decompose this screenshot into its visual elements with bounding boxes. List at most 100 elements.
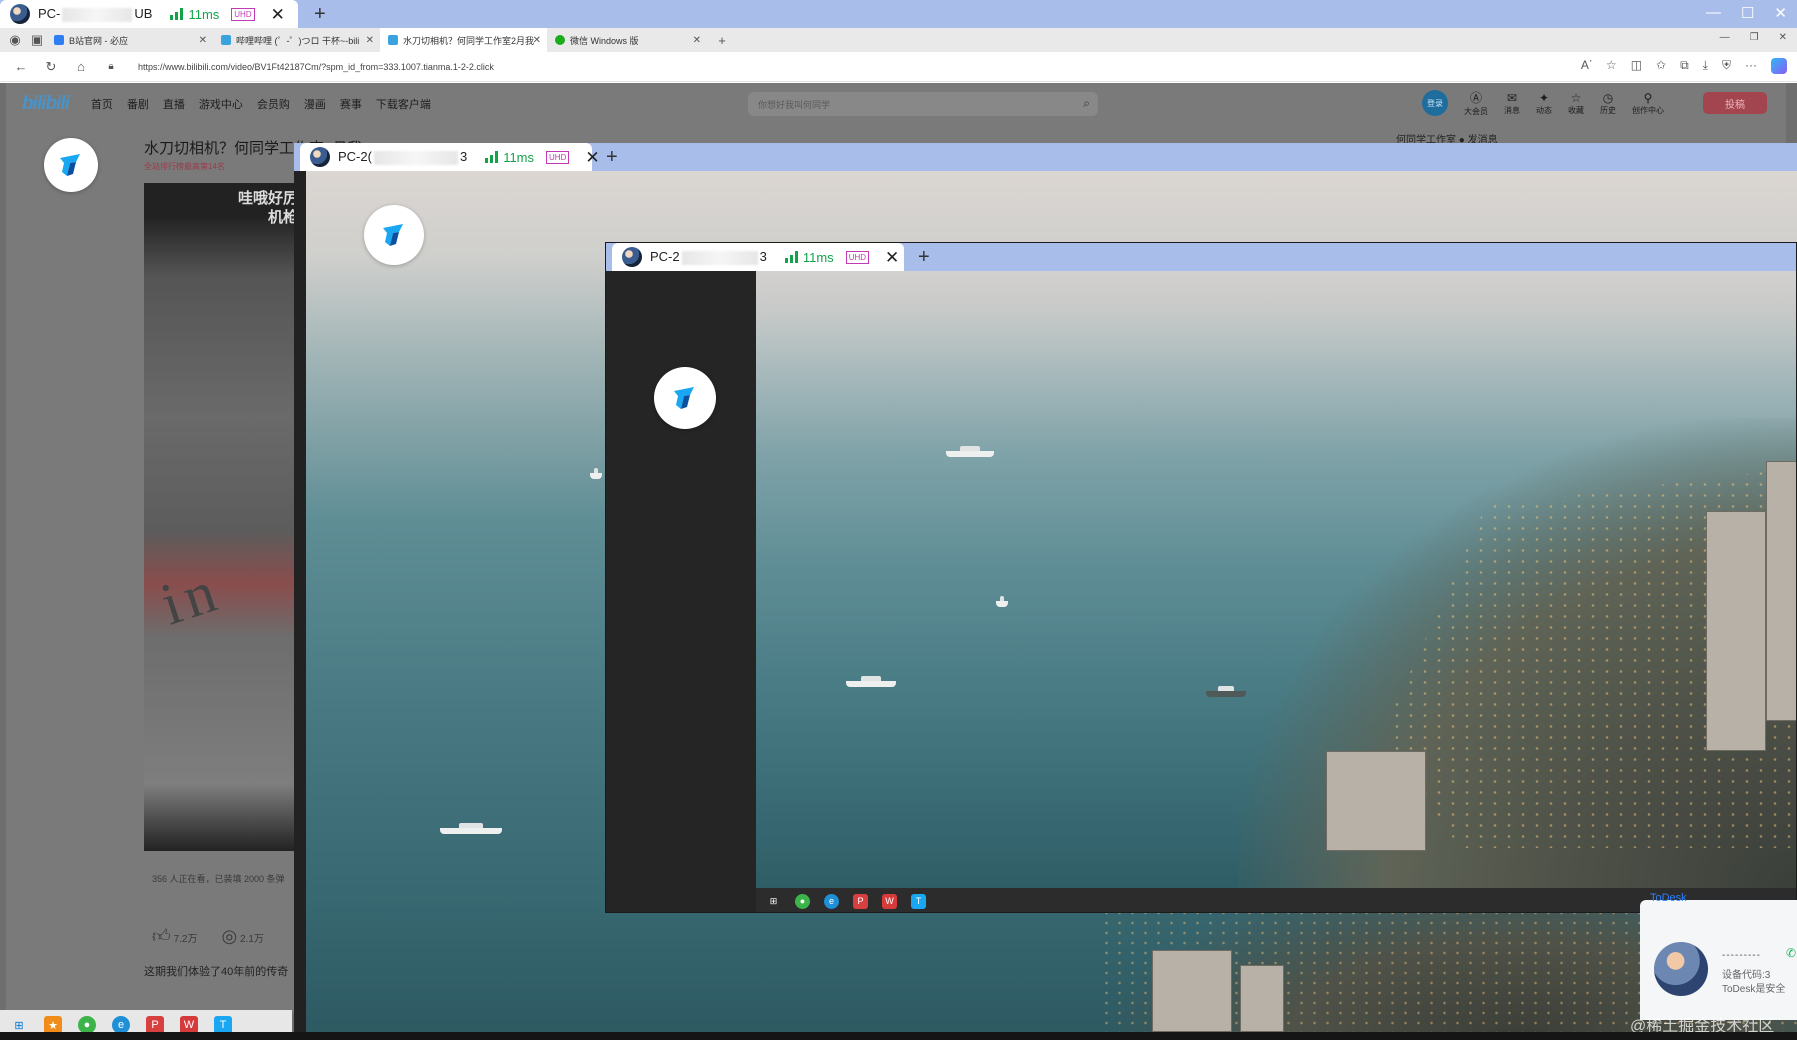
tab-title: 微信 Windows 版 bbox=[570, 35, 639, 46]
video-player[interactable]: 哇哦好厉 机枪 in bbox=[144, 183, 298, 851]
favorites-icon[interactable]: ✩ bbox=[1656, 58, 1666, 74]
dynamics-icon: ✦ bbox=[1538, 90, 1550, 105]
coin-count: 2.1万 bbox=[240, 933, 264, 945]
rank-badge[interactable]: 全站排行榜最高第14名 bbox=[144, 161, 225, 172]
close-window-button[interactable]: ✕ bbox=[1774, 4, 1787, 22]
todesk-logo bbox=[364, 205, 424, 265]
close-icon[interactable]: ✕ bbox=[693, 35, 701, 46]
creator-label: 创作中心 bbox=[1632, 105, 1664, 115]
boat bbox=[996, 596, 1008, 607]
new-session-button[interactable]: + bbox=[918, 247, 930, 267]
close-tab-button[interactable]: ✕ bbox=[271, 6, 285, 23]
bilibili-icon bbox=[221, 35, 231, 45]
messages-label: 消息 bbox=[1504, 105, 1520, 115]
browser-tab[interactable]: 哔哩哔哩 (゜-゜)つロ 干杯~-bili ✕ bbox=[213, 28, 380, 52]
uhd-badge[interactable]: UHD bbox=[231, 7, 255, 21]
tab-actions-icon[interactable]: ▣ bbox=[28, 32, 46, 48]
building bbox=[1326, 751, 1426, 851]
vip-link[interactable]: Ⓐ 大会员 bbox=[1464, 89, 1488, 117]
new-tab-button[interactable]: + bbox=[713, 33, 731, 48]
search-input[interactable]: 你想好我叫何同学 ⌕ bbox=[748, 92, 1098, 116]
coin-button[interactable]: ◎ 2.1万 bbox=[222, 926, 264, 947]
nav-games[interactable]: 游戏中心 bbox=[199, 96, 243, 112]
close-icon[interactable]: ✕ bbox=[366, 35, 374, 46]
nav-manga[interactable]: 漫画 bbox=[304, 96, 326, 112]
like-button[interactable]: 👍︎ 7.2万 bbox=[152, 925, 198, 947]
contact-avatar bbox=[1654, 942, 1708, 996]
p-app-icon[interactable]: P bbox=[853, 893, 868, 909]
nav-live[interactable]: 直播 bbox=[163, 96, 185, 112]
history-link[interactable]: ◷ 历史 bbox=[1600, 91, 1616, 116]
favorite-star-icon[interactable]: ☆ bbox=[1606, 58, 1617, 74]
bilibili-logo[interactable]: bilibili bbox=[22, 93, 70, 115]
upload-button[interactable]: 投稿 bbox=[1703, 92, 1767, 114]
nav-download-client[interactable]: 下载客户端 bbox=[376, 96, 431, 112]
edge-icon[interactable]: e bbox=[824, 893, 839, 909]
nested-session-tab[interactable]: PC-2 3 11ms UHD ✕ bbox=[612, 243, 904, 271]
nav-home[interactable]: 首页 bbox=[91, 96, 113, 112]
like-count: 7.2万 bbox=[173, 934, 198, 945]
close-tab-button[interactable]: ✕ bbox=[585, 149, 599, 166]
browser-tab[interactable]: 微信 Windows 版 ✕ bbox=[547, 28, 707, 52]
favorites-label: 收藏 bbox=[1568, 105, 1584, 115]
back-icon[interactable]: ← bbox=[12, 59, 30, 74]
close-icon[interactable]: ✕ bbox=[1779, 32, 1787, 43]
profile-icon[interactable]: ◉ bbox=[6, 32, 24, 48]
creator-center-link[interactable]: ⚲ 创作中心 bbox=[1632, 91, 1664, 116]
bilibili-nav: 首页 番剧 直播 游戏中心 会员购 漫画 赛事 下载客户端 bbox=[91, 96, 431, 112]
downloads-icon[interactable]: ⤓ bbox=[1703, 58, 1708, 74]
latency-label: 11ms bbox=[503, 149, 535, 165]
favorites-link[interactable]: ☆ 收藏 bbox=[1568, 91, 1584, 116]
close-tab-button[interactable]: ✕ bbox=[885, 249, 899, 266]
close-icon[interactable]: ✕ bbox=[199, 35, 207, 46]
thumbs-up-icon: 👍︎ bbox=[152, 926, 171, 946]
home-icon[interactable]: ⌂ bbox=[72, 59, 90, 74]
address-bar[interactable]: https://www.bilibili.com/video/BV1Ft4218… bbox=[138, 62, 494, 72]
close-icon[interactable]: ✕ bbox=[533, 35, 541, 46]
new-session-button[interactable]: + bbox=[606, 147, 618, 167]
todesk-logo-icon bbox=[383, 224, 403, 246]
nav-shop[interactable]: 会员购 bbox=[257, 96, 290, 112]
subtitle-line: 哇哦好厉 bbox=[237, 190, 298, 207]
phone-icon[interactable]: ✆ bbox=[1786, 946, 1796, 960]
nav-anime[interactable]: 番剧 bbox=[127, 96, 149, 112]
todesk-titlebar: PC- UB 11ms UHD ✕ + — ☐ ✕ bbox=[0, 0, 1797, 28]
login-button[interactable]: 登录 bbox=[1422, 90, 1448, 116]
browser-tab-active[interactable]: 水刀切相机？何同学工作室2月我 ✕ bbox=[380, 28, 547, 52]
wechat-app-icon[interactable]: ● bbox=[795, 893, 810, 909]
minimize-button[interactable]: — bbox=[1706, 4, 1721, 22]
more-icon[interactable]: ··· bbox=[1745, 58, 1757, 74]
todesk-session-tab[interactable]: PC- UB 11ms UHD ✕ bbox=[0, 0, 298, 28]
building bbox=[1240, 965, 1284, 1032]
maximize-button[interactable]: ☐ bbox=[1741, 4, 1754, 22]
browser-tab[interactable]: B站官网 - 必应 ✕ bbox=[46, 28, 213, 52]
search-placeholder: 你想好我叫何同学 bbox=[758, 99, 831, 110]
restore-icon[interactable]: ❐ bbox=[1750, 32, 1759, 43]
tab-title: B站官网 - 必应 bbox=[69, 35, 129, 46]
collections-icon[interactable]: ⧉ bbox=[1680, 58, 1689, 74]
viewer-stats: 356 人正在看，已装填 2000 条弹 bbox=[152, 874, 285, 884]
split-screen-icon[interactable]: ◫ bbox=[1631, 58, 1642, 74]
windows-icon[interactable]: ⊞ bbox=[766, 894, 781, 909]
boat bbox=[1206, 686, 1246, 697]
read-aloud-icon[interactable]: Aᐝ bbox=[1581, 58, 1592, 74]
uhd-badge[interactable]: UHD bbox=[845, 250, 870, 264]
refresh-icon[interactable]: ↻ bbox=[42, 59, 60, 75]
messages-link[interactable]: ✉ 消息 bbox=[1504, 91, 1520, 116]
minimize-icon[interactable]: — bbox=[1720, 32, 1730, 43]
shield-icon[interactable]: ⛨ bbox=[1722, 58, 1731, 74]
todesk-icon[interactable]: T bbox=[911, 893, 926, 909]
copilot-icon[interactable] bbox=[1771, 58, 1787, 74]
search-icon[interactable]: ⌕ bbox=[1083, 96, 1090, 111]
dynamics-link[interactable]: ✦ 动态 bbox=[1536, 91, 1552, 116]
video-frame-text: in bbox=[153, 556, 230, 638]
uhd-badge[interactable]: UHD bbox=[546, 150, 570, 164]
bilibili-icon bbox=[388, 35, 398, 45]
browser-window-controls: — ❐ ✕ bbox=[1720, 32, 1787, 43]
todesk-notification-popup[interactable]: ToDesk --------- 设备代码:3 ToDesk是安全 ✆ bbox=[1640, 892, 1797, 1020]
new-session-button[interactable]: + bbox=[314, 4, 326, 24]
wps-icon[interactable]: W bbox=[882, 893, 897, 909]
nav-esports[interactable]: 赛事 bbox=[340, 96, 362, 112]
nested-session-tab[interactable]: PC-2(3 11ms UHD ✕ bbox=[300, 143, 600, 171]
todesk-logo-icon bbox=[674, 387, 694, 409]
